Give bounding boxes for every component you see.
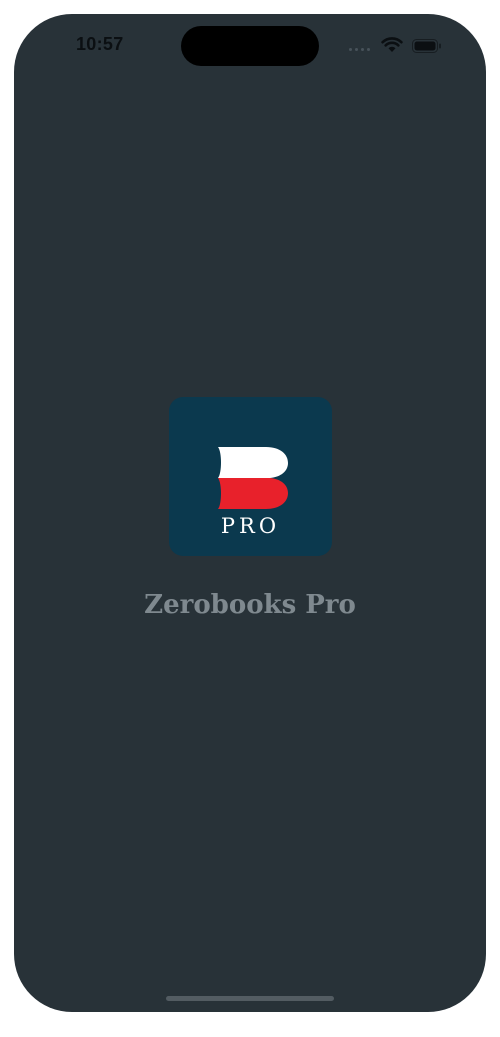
cellular-signal-icon — [349, 48, 370, 51]
status-time: 10:57 — [76, 34, 124, 54]
wifi-icon — [381, 37, 403, 52]
home-indicator[interactable] — [166, 996, 334, 1001]
app-name-title: Zerobooks Pro — [144, 590, 356, 620]
status-bar: 10:57 — [14, 14, 486, 74]
battery-icon — [412, 39, 441, 53]
phone-screen: 10:57 PRO Zerobooks Pro — [14, 14, 486, 1012]
logo-badge-text: PRO — [220, 514, 281, 538]
dynamic-island — [181, 26, 319, 66]
app-logo: PRO — [169, 397, 332, 556]
book-logo-icon — [218, 447, 288, 509]
